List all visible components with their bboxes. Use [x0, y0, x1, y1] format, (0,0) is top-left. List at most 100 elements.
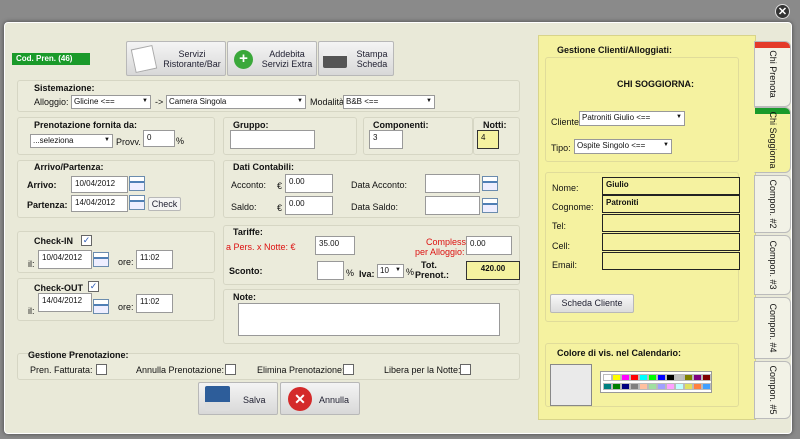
- color-swatch[interactable]: [621, 383, 630, 390]
- tot-label-2: Prenot.:: [415, 270, 450, 280]
- dati-contabili-title: Dati Contabili:: [233, 162, 294, 172]
- data-acconto-calendar-icon[interactable]: [482, 176, 498, 191]
- nome-input[interactable]: Giulio: [602, 177, 740, 195]
- color-swatch[interactable]: [702, 374, 711, 381]
- check-button[interactable]: Check: [148, 197, 181, 211]
- color-swatch[interactable]: [603, 383, 612, 390]
- checkout-checkbox[interactable]: ✓: [88, 281, 99, 292]
- color-swatch[interactable]: [693, 374, 702, 381]
- charge-extra-button[interactable]: + Addebita Servizi Extra: [227, 41, 317, 76]
- componenti-input[interactable]: 3: [369, 130, 403, 149]
- color-swatch[interactable]: [684, 383, 693, 390]
- color-swatch[interactable]: [612, 374, 621, 381]
- close-icon[interactable]: ✕: [775, 4, 790, 19]
- checkout-date-input[interactable]: 14/04/2012: [38, 293, 92, 312]
- services-button[interactable]: Servizi Ristorante/Bar: [126, 41, 226, 76]
- color-swatch[interactable]: [648, 374, 657, 381]
- arrivo-calendar-icon[interactable]: [129, 176, 145, 191]
- color-swatch[interactable]: [630, 374, 639, 381]
- charge-extra-label: Addebita Servizi Extra: [261, 49, 313, 69]
- color-swatch[interactable]: [621, 374, 630, 381]
- checkin-time-input[interactable]: 11:02: [136, 250, 173, 269]
- saldo-currency: €: [277, 203, 283, 213]
- annulla-pren-checkbox[interactable]: [225, 364, 236, 375]
- alloggio-select[interactable]: Glicine <==: [71, 95, 151, 109]
- tab-chi-prenota-label: Chi Prenota: [767, 50, 778, 98]
- scheda-cliente-button[interactable]: Scheda Cliente: [550, 294, 634, 313]
- tot-prenot-input[interactable]: 420.00: [466, 261, 520, 280]
- provv-label: Provv.: [116, 137, 141, 147]
- color-swatch[interactable]: [639, 383, 648, 390]
- checkin-calendar-icon[interactable]: [93, 252, 109, 267]
- saldo-label: Saldo:: [231, 202, 257, 212]
- color-swatch[interactable]: [657, 374, 666, 381]
- tab-compon-3[interactable]: Compon. #3: [754, 235, 791, 295]
- libera-notte-checkbox[interactable]: [460, 364, 471, 375]
- print-sheet-label: Stampa Scheda: [356, 49, 388, 69]
- tab-compon-3-label: Compon. #3: [767, 240, 778, 290]
- checkin-date-input[interactable]: 10/04/2012: [38, 250, 92, 269]
- color-swatch[interactable]: [666, 374, 675, 381]
- color-swatch[interactable]: [702, 383, 711, 390]
- tab-compon-2[interactable]: Compon. #2: [754, 175, 791, 233]
- partenza-label: Partenza:: [27, 200, 68, 210]
- partenza-calendar-icon[interactable]: [129, 195, 145, 210]
- partenza-input[interactable]: 14/04/2012: [71, 195, 128, 212]
- checkout-time-input[interactable]: 11:02: [136, 294, 173, 313]
- color-swatch[interactable]: [648, 383, 657, 390]
- email-input[interactable]: [602, 252, 740, 270]
- data-acconto-input[interactable]: [425, 174, 480, 193]
- color-swatch[interactable]: [612, 383, 621, 390]
- sconto-input[interactable]: [317, 261, 344, 280]
- iva-select[interactable]: 10: [377, 264, 404, 278]
- tab-compon-4[interactable]: Compon. #4: [754, 297, 791, 359]
- color-preview[interactable]: [550, 364, 592, 406]
- color-swatch[interactable]: [657, 383, 666, 390]
- source-select[interactable]: ...seleziona: [30, 134, 113, 148]
- per-night-input[interactable]: 35.00: [315, 236, 355, 255]
- note-textarea[interactable]: [238, 303, 500, 336]
- iva-percent: %: [406, 267, 415, 277]
- color-swatch[interactable]: [675, 383, 684, 390]
- compless-label-2: per Alloggio:: [415, 247, 465, 257]
- save-button[interactable]: Salva: [198, 382, 278, 415]
- tel-input[interactable]: [602, 214, 740, 232]
- tab-compon-5-label: Compon. #5: [767, 365, 778, 415]
- color-swatch[interactable]: [684, 374, 693, 381]
- data-saldo-input[interactable]: [425, 196, 480, 215]
- elimina-pren-checkbox[interactable]: [343, 364, 354, 375]
- color-swatch[interactable]: [639, 374, 648, 381]
- fatturata-checkbox[interactable]: [96, 364, 107, 375]
- provv-input[interactable]: 0: [143, 130, 175, 147]
- save-label: Salva: [243, 395, 266, 405]
- prenotazione-title: Prenotazione fornita da:: [34, 120, 138, 130]
- cell-input[interactable]: [602, 233, 740, 251]
- color-swatch[interactable]: [666, 383, 675, 390]
- checkin-checkbox[interactable]: ✓: [81, 235, 92, 246]
- gruppo-input[interactable]: [230, 130, 315, 149]
- print-sheet-button[interactable]: Stampa Scheda: [318, 41, 394, 76]
- sistemazione-title: Sistemazione:: [34, 83, 95, 93]
- tab-compon-5[interactable]: Compon. #5: [754, 361, 791, 419]
- saldo-input[interactable]: 0.00: [285, 196, 333, 215]
- cancel-button[interactable]: ✕ Annulla: [280, 382, 360, 415]
- arrivo-input[interactable]: 10/04/2012: [71, 176, 128, 193]
- room-select[interactable]: Camera Singola: [166, 95, 306, 109]
- tab-chi-soggiorna[interactable]: Chi Soggiorna: [754, 107, 791, 173]
- checkout-title: Check-OUT: [34, 283, 84, 293]
- color-swatch[interactable]: [603, 374, 612, 381]
- data-saldo-calendar-icon[interactable]: [482, 198, 498, 213]
- checkout-calendar-icon[interactable]: [93, 299, 109, 314]
- modalita-select[interactable]: B&B <==: [343, 95, 435, 109]
- cliente-label: Cliente:: [551, 117, 582, 127]
- acconto-input[interactable]: 0.00: [285, 174, 333, 193]
- color-swatch[interactable]: [693, 383, 702, 390]
- color-swatch[interactable]: [675, 374, 684, 381]
- compless-input[interactable]: 0.00: [466, 236, 512, 255]
- notti-input[interactable]: 4: [477, 130, 499, 149]
- tab-chi-prenota[interactable]: Chi Prenota: [754, 41, 791, 107]
- cliente-select[interactable]: Patroniti Giulio <==: [579, 111, 685, 126]
- tipo-select[interactable]: Ospite Singolo <==: [574, 139, 672, 154]
- cognome-input[interactable]: Patroniti: [602, 195, 740, 213]
- color-swatch[interactable]: [630, 383, 639, 390]
